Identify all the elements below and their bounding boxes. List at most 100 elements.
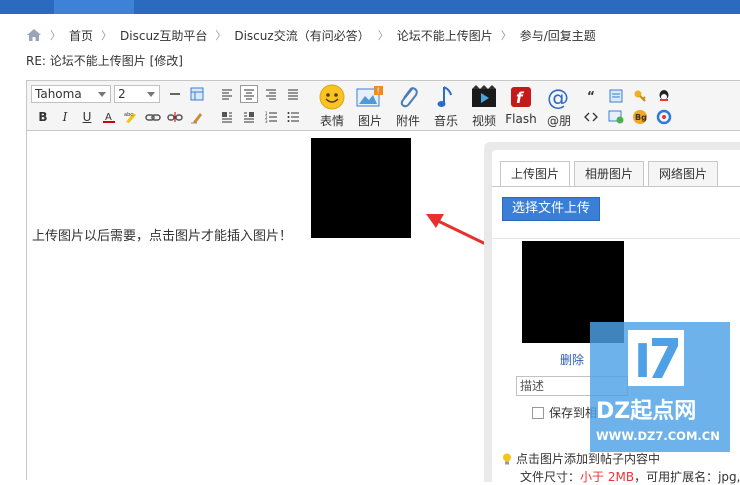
breadcrumb-current: 参与/回复主题 — [519, 28, 596, 43]
watermark-logo: I DZ起点网 WWW.DZ7.COM.CN — [590, 322, 730, 452]
breadcrumb-separator: 〉 — [215, 29, 227, 42]
music-icon — [427, 83, 465, 111]
flash-label: Flash — [505, 112, 537, 126]
svg-text:@: @ — [547, 86, 569, 110]
svg-text:abc: abc — [124, 112, 133, 118]
image-icon: ! — [351, 83, 389, 111]
attachment-button[interactable]: 附件 — [389, 83, 427, 129]
italic-icon[interactable]: I — [56, 108, 74, 126]
source-code-icon[interactable] — [582, 108, 600, 126]
panel-divider — [492, 238, 740, 239]
at-icon: @ — [540, 83, 578, 111]
breadcrumb-separator: 〉 — [377, 29, 389, 42]
breadcrumb-separator: 〉 — [101, 29, 113, 42]
video-icon — [465, 83, 503, 111]
breadcrumb-home[interactable]: 首页 — [69, 27, 93, 44]
svg-text:I: I — [634, 334, 651, 388]
ordered-list-icon[interactable]: 123 — [262, 108, 280, 126]
align-left-icon[interactable] — [218, 85, 236, 103]
attachment-icon — [389, 83, 427, 111]
file-extensions: ，可用扩展名：jpg, j — [634, 470, 740, 484]
music-button[interactable]: 音乐 — [427, 83, 465, 129]
edit-subject-link[interactable]: [修改] — [150, 54, 183, 68]
insert-hint-text: 点击图片添加到帖子内容中 — [516, 452, 661, 466]
tab-divider — [492, 186, 740, 187]
editor-text: 上传图片以后需要，点击图片才能插入图片！ — [32, 229, 293, 244]
post-subject: RE: 论坛不能上传图片 [修改] — [26, 52, 183, 69]
inserted-image[interactable] — [311, 138, 411, 238]
top-nav-tab-active[interactable] — [54, 0, 134, 14]
float-left-icon[interactable] — [218, 108, 236, 126]
chevron-down-icon — [98, 92, 106, 97]
breadcrumb-forum[interactable]: Discuz交流（有问必答） — [234, 27, 369, 44]
video-button[interactable]: 视频 — [465, 83, 503, 129]
tab-web-image[interactable]: 网络图片 — [648, 161, 719, 187]
file-size-limit: 小于 2MB — [580, 470, 635, 484]
file-size-hint: 文件尺寸：小于 2MB，可用扩展名：jpg, j — [520, 468, 740, 485]
at-friend-label: @朋 — [546, 114, 571, 128]
tab-album-image[interactable]: 相册图片 — [574, 161, 645, 187]
image-button[interactable]: ! 图片 — [351, 83, 389, 129]
video-label: 视频 — [471, 114, 496, 128]
image-label: 图片 — [357, 114, 382, 128]
bold-icon[interactable]: B — [34, 108, 52, 126]
unordered-list-icon[interactable] — [284, 108, 302, 126]
breadcrumb-separator: 〉 — [50, 29, 61, 42]
unlink-icon[interactable] — [166, 108, 184, 126]
qq-icon[interactable] — [655, 87, 673, 105]
insert-hint: 点击图片添加到帖子内容中 — [502, 450, 660, 467]
breadcrumb-separator: 〉 — [500, 29, 512, 42]
font-size-select[interactable]: 2 — [114, 85, 160, 103]
refresh-icon[interactable] — [655, 108, 673, 126]
subject-text: RE: 论坛不能上传图片 — [26, 54, 146, 68]
quote-icon[interactable]: “ — [582, 87, 600, 105]
align-right-icon[interactable] — [262, 85, 280, 103]
delete-image-link[interactable]: 删除 — [560, 351, 584, 368]
save-to-album-checkbox[interactable] — [532, 406, 544, 419]
flash-button[interactable]: f Flash — [503, 83, 539, 129]
horizontal-rule-icon[interactable] — [166, 85, 184, 103]
svg-text:Bg: Bg — [635, 113, 647, 122]
link-icon[interactable] — [144, 108, 162, 126]
highlight-icon[interactable]: abc — [122, 108, 140, 126]
font-family-select[interactable]: Tahoma — [31, 85, 111, 103]
editor-toolbar: Tahoma 2 B I U A abc 1 2 3 表情 ! 图片 附件 音乐… — [27, 81, 740, 131]
lightbulb-icon — [503, 453, 511, 464]
attachment-label: 附件 — [395, 114, 420, 128]
flash-icon: f — [503, 83, 539, 111]
save-to-album-option[interactable]: 保存到相 — [532, 404, 597, 421]
font-family-value: Tahoma — [35, 87, 82, 101]
password-icon[interactable] — [607, 108, 625, 126]
file-size-label: 文件尺寸： — [520, 470, 581, 484]
svg-text:3: 3 — [265, 119, 268, 123]
top-nav-bar — [0, 0, 740, 14]
underline-icon[interactable]: U — [78, 108, 96, 126]
breadcrumb-forum-group[interactable]: Discuz互助平台 — [120, 27, 207, 44]
emoticon-icon — [313, 83, 351, 111]
table-icon[interactable] — [188, 85, 206, 103]
emoticon-label: 表情 — [319, 114, 344, 128]
chevron-down-icon — [147, 92, 155, 97]
float-right-icon[interactable] — [240, 108, 258, 126]
align-justify-icon[interactable] — [284, 85, 302, 103]
tab-upload-image[interactable]: 上传图片 — [500, 161, 571, 187]
watermark-text: DZ起点网 — [596, 398, 696, 424]
image-panel-tabs: 上传图片 相册图片 网络图片 — [500, 161, 722, 187]
music-label: 音乐 — [433, 114, 458, 128]
breadcrumb-thread[interactable]: 论坛不能上传图片 — [397, 27, 493, 44]
watermark-url: WWW.DZ7.COM.CN — [596, 429, 720, 443]
text-color-icon[interactable]: A — [100, 108, 118, 126]
emoticon-button[interactable]: 表情 — [313, 83, 351, 129]
top-nav-tab[interactable] — [240, 0, 320, 14]
svg-text:!: ! — [377, 87, 380, 96]
at-friend-button[interactable]: @ @朋 — [540, 83, 578, 129]
bg-color-icon[interactable]: Bg — [631, 108, 649, 126]
clear-format-icon[interactable] — [188, 108, 206, 126]
font-size-value: 2 — [118, 87, 126, 101]
key-icon[interactable] — [631, 87, 649, 105]
home-icon[interactable] — [26, 28, 42, 42]
align-center-icon[interactable] — [240, 85, 258, 103]
code-block-icon[interactable] — [607, 87, 625, 105]
select-file-upload-button[interactable]: 选择文件上传 — [502, 197, 600, 221]
breadcrumb: 〉 首页 〉 Discuz互助平台 〉 Discuz交流（有问必答） 〉 论坛不… — [26, 26, 596, 44]
